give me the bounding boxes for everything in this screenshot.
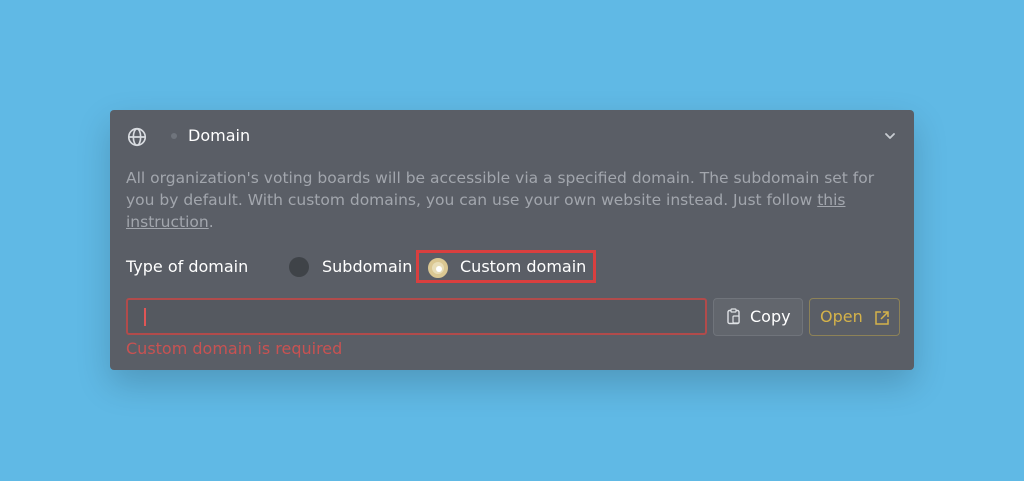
description-end: . xyxy=(208,213,214,231)
panel-header[interactable]: Domain xyxy=(110,110,914,162)
subdomain-radio[interactable] xyxy=(289,257,309,277)
globe-icon xyxy=(127,127,147,147)
chevron-down-icon[interactable] xyxy=(884,130,896,142)
subdomain-label[interactable]: Subdomain xyxy=(322,257,412,276)
open-label[interactable]: Open xyxy=(820,307,863,326)
external-link-icon xyxy=(875,311,889,325)
clipboard-icon xyxy=(727,308,740,325)
status-dot xyxy=(171,133,177,139)
panel-title: Domain xyxy=(188,126,251,145)
error-message: Custom domain is required xyxy=(126,339,343,358)
custom-domain-option-highlight[interactable]: Custom domain xyxy=(416,250,596,283)
custom-domain-radio[interactable] xyxy=(428,258,448,278)
copy-label[interactable]: Copy xyxy=(750,307,791,326)
description-text: All organization's voting boards will be… xyxy=(126,169,875,209)
open-button[interactable]: Open xyxy=(809,298,900,336)
domain-description: All organization's voting boards will be… xyxy=(126,167,898,233)
text-cursor xyxy=(144,308,146,326)
custom-domain-input[interactable] xyxy=(126,298,707,335)
type-of-domain-label: Type of domain xyxy=(126,257,249,276)
custom-domain-label[interactable]: Custom domain xyxy=(460,257,586,276)
domain-settings-panel: Domain All organization's voting boards … xyxy=(110,110,914,370)
copy-button[interactable]: Copy xyxy=(713,298,803,336)
